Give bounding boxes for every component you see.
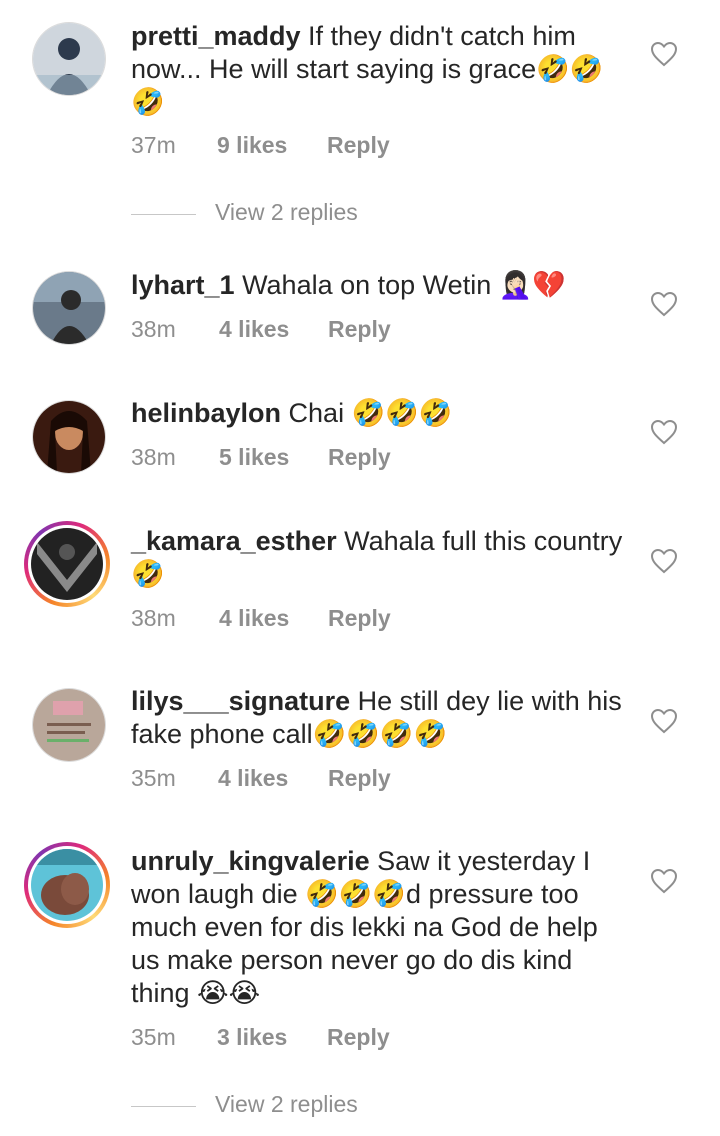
comment-likes[interactable]: 4 likes [218, 765, 288, 792]
comment-likes[interactable]: 5 likes [219, 444, 289, 471]
comment-likes[interactable]: 4 likes [219, 316, 289, 343]
comment-username[interactable]: helinbaylon [131, 398, 281, 428]
view-replies-label: View 2 replies [215, 1091, 358, 1117]
comment-body: Chai 🤣🤣🤣 [281, 398, 453, 428]
comment-likes[interactable]: 3 likes [217, 1024, 287, 1051]
story-ring[interactable] [24, 521, 110, 607]
comment-username[interactable]: _kamara_esther [131, 526, 337, 556]
view-replies-label: View 2 replies [215, 199, 358, 225]
comment-time: 38m [131, 444, 176, 470]
reply-button[interactable]: Reply [328, 316, 391, 343]
comment-username[interactable]: lyhart_1 [131, 270, 235, 300]
reply-button[interactable]: Reply [327, 132, 390, 159]
comment-text: _kamara_esther Wahala full this country … [131, 525, 631, 591]
view-replies-button[interactable]: View 2 replies [131, 1091, 391, 1121]
comment-username[interactable]: unruly_kingvalerie [131, 846, 370, 876]
comment-text: unruly_kingvalerie Saw it yesterday I wo… [131, 845, 631, 1010]
comment-likes[interactable]: 4 likes [219, 605, 289, 632]
comment-text: lyhart_1 Wahala on top Wetin 🤦🏻‍♀️💔 [131, 269, 631, 302]
reply-button[interactable]: Reply [327, 1024, 390, 1051]
comment-likes[interactable]: 9 likes [217, 132, 287, 159]
heart-icon[interactable] [650, 868, 678, 894]
divider-line [131, 214, 196, 215]
heart-icon[interactable] [650, 548, 678, 574]
divider-line [131, 1106, 196, 1107]
heart-icon[interactable] [650, 708, 678, 734]
avatar[interactable] [33, 23, 105, 95]
comment-time: 35m [131, 765, 176, 791]
heart-icon[interactable] [650, 419, 678, 445]
comment-text: pretti_maddy If they didn't catch him no… [131, 20, 631, 119]
heart-icon[interactable] [650, 41, 678, 67]
avatar[interactable] [33, 272, 105, 344]
comment-time: 35m [131, 1024, 176, 1050]
comment-text: helinbaylon Chai 🤣🤣🤣 [131, 397, 631, 430]
comment-body: Wahala on top Wetin 🤦🏻‍♀️💔 [234, 270, 566, 300]
comment-text: lilys___signature He still dey lie with … [131, 685, 631, 751]
avatar [31, 528, 103, 600]
reply-button[interactable]: Reply [328, 765, 391, 792]
comment-time: 38m [131, 605, 176, 631]
comment-time: 37m [131, 132, 176, 158]
comment-time: 38m [131, 316, 176, 342]
comment-username[interactable]: pretti_maddy [131, 21, 301, 51]
heart-icon[interactable] [650, 291, 678, 317]
reply-button[interactable]: Reply [328, 605, 391, 632]
comment-username[interactable]: lilys___signature [131, 686, 350, 716]
avatar[interactable] [33, 689, 105, 761]
avatar[interactable] [33, 401, 105, 473]
avatar [31, 849, 103, 921]
story-ring[interactable] [24, 842, 110, 928]
reply-button[interactable]: Reply [328, 444, 391, 471]
view-replies-button[interactable]: View 2 replies [131, 199, 391, 229]
